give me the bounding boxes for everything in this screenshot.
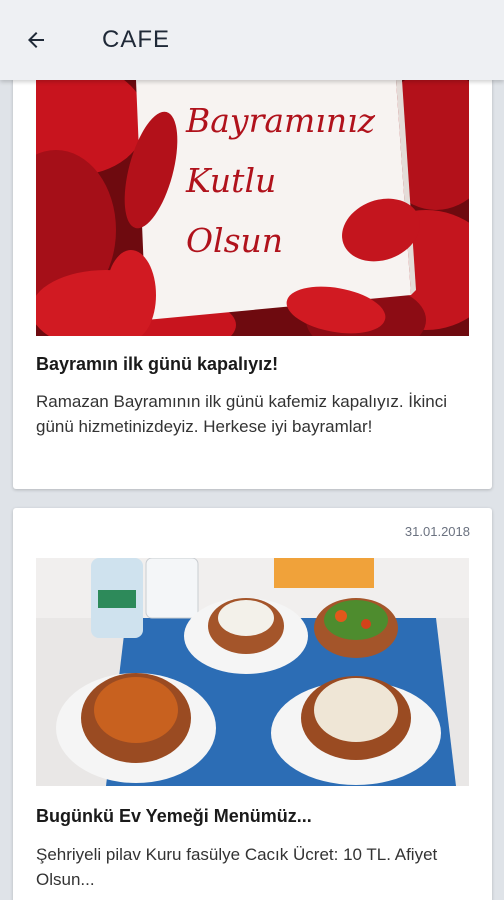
post-image: Bayramınız Kutlu Olsun: [36, 80, 469, 336]
post-title: Bugünkü Ev Yemeği Menümüz...: [36, 806, 312, 826]
post-body: Şehriyeli pilav Kuru fasülye Cacık Ücret…: [36, 845, 438, 889]
post-feed: Bayramınız Kutlu Olsun Bayramın ilk günü…: [0, 80, 504, 900]
page-title: CAFE: [102, 26, 171, 53]
app-bar: CAFE: [0, 0, 504, 80]
card-script-line-1: Bayramınız: [185, 101, 376, 140]
post-date: 31.01.2018: [404, 524, 470, 539]
post-card[interactable]: Bayramınız Kutlu Olsun Bayramın ilk günü…: [13, 80, 492, 489]
post-title: Bayramın ilk günü kapalıyız!: [36, 354, 279, 374]
arrow-left-icon: [28, 32, 44, 48]
card-script-line-3: Olsun: [186, 221, 283, 260]
post-image: [36, 558, 469, 786]
back-button[interactable]: [0, 0, 72, 80]
post-card[interactable]: 31.01.2018 Bugünkü Ev Yemeği Menümüz... …: [13, 508, 492, 900]
card-script-line-2: Kutlu: [185, 161, 276, 200]
post-body: Ramazan Bayramının ilk günü kafemiz kapa…: [36, 392, 448, 436]
